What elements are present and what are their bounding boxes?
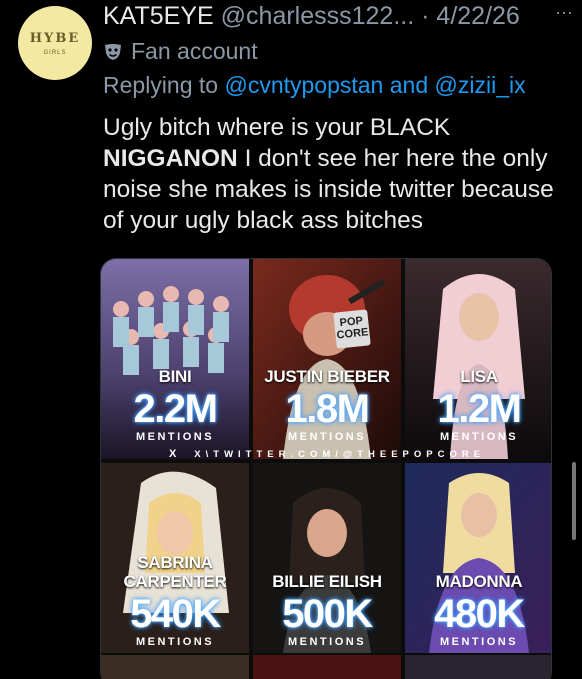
mentions-label: MENTIONS xyxy=(287,636,367,648)
mentions-label: MENTIONS xyxy=(135,431,215,443)
x-logo-icon: X xyxy=(168,448,177,460)
tweet-header: KAT5EYE @charlesss122... · 4/22/26 ··· xyxy=(103,2,573,31)
mentions-label: MENTIONS xyxy=(135,636,215,648)
celeb-name: LISA xyxy=(460,367,498,386)
tweet-text-bold: NIGGANON xyxy=(103,145,238,172)
mention-count: 540K xyxy=(130,592,221,636)
mentions-label: MENTIONS xyxy=(439,431,519,443)
avatar[interactable]: HYBE GIRLS xyxy=(18,6,92,80)
mentions-label: MENTIONS xyxy=(439,636,519,648)
account-label: Fan account xyxy=(103,38,258,65)
celeb-name: BILLIE EILISH xyxy=(272,572,382,591)
avatar-logo-text: HYBE xyxy=(29,30,81,46)
mention-count: 1.2M xyxy=(437,387,522,431)
photo-tile xyxy=(101,655,249,679)
source-credit: X X\TWITTER.COM/@THEEPOPCORE xyxy=(101,448,551,460)
mentions-label: MENTIONS xyxy=(287,431,367,443)
celeb-name-line: CARPENTER xyxy=(123,572,227,591)
mention-link[interactable]: @cvntypopstan xyxy=(224,72,383,98)
replying-to: Replying to @cvntypopstan and @zizii_ix xyxy=(103,72,526,99)
header-separator: · xyxy=(421,2,430,30)
tweet-date[interactable]: 4/22/26 xyxy=(436,2,519,30)
tweet-text: Ugly bitch where is your BLACK NIGGANON … xyxy=(103,112,563,236)
celeb-name: BINI xyxy=(158,367,192,386)
tweet-text-part: Ugly bitch where is your BLACK xyxy=(103,114,451,141)
tweet-media-image[interactable]: POP CORE BINI JUSTIN BIEBER LISA 2.2M 1.… xyxy=(100,258,552,679)
scrollbar[interactable] xyxy=(572,462,576,540)
source-text: X\TWITTER.COM/@THEEPOPCORE xyxy=(194,449,486,460)
theater-mask-icon xyxy=(105,43,121,60)
popcore-logo: POP CORE xyxy=(333,309,371,349)
user-handle[interactable]: @charlesss122... xyxy=(221,2,415,30)
celeb-name: MADONNA xyxy=(435,572,523,591)
celeb-name: JUSTIN BIEBER xyxy=(264,367,390,386)
mention-link[interactable]: @zizii_ix xyxy=(435,72,526,98)
photo-tile xyxy=(405,655,551,679)
mention-count: 500K xyxy=(282,592,373,636)
display-name[interactable]: KAT5EYE xyxy=(103,2,214,30)
mention-count: 480K xyxy=(434,592,525,636)
account-label-text: Fan account xyxy=(131,38,258,64)
photo-tile xyxy=(253,655,401,679)
avatar-logo-subtext: GIRLS xyxy=(43,49,67,56)
mention-count: 2.2M xyxy=(133,387,218,431)
celeb-name-line: SABRINA xyxy=(137,553,213,572)
mention-and: and xyxy=(389,72,429,98)
more-options-icon[interactable]: ··· xyxy=(555,2,573,23)
celeb-name: SABRINA CARPENTER xyxy=(101,553,255,591)
replying-prefix: Replying to xyxy=(103,72,219,98)
mention-count: 1.8M xyxy=(285,387,370,431)
